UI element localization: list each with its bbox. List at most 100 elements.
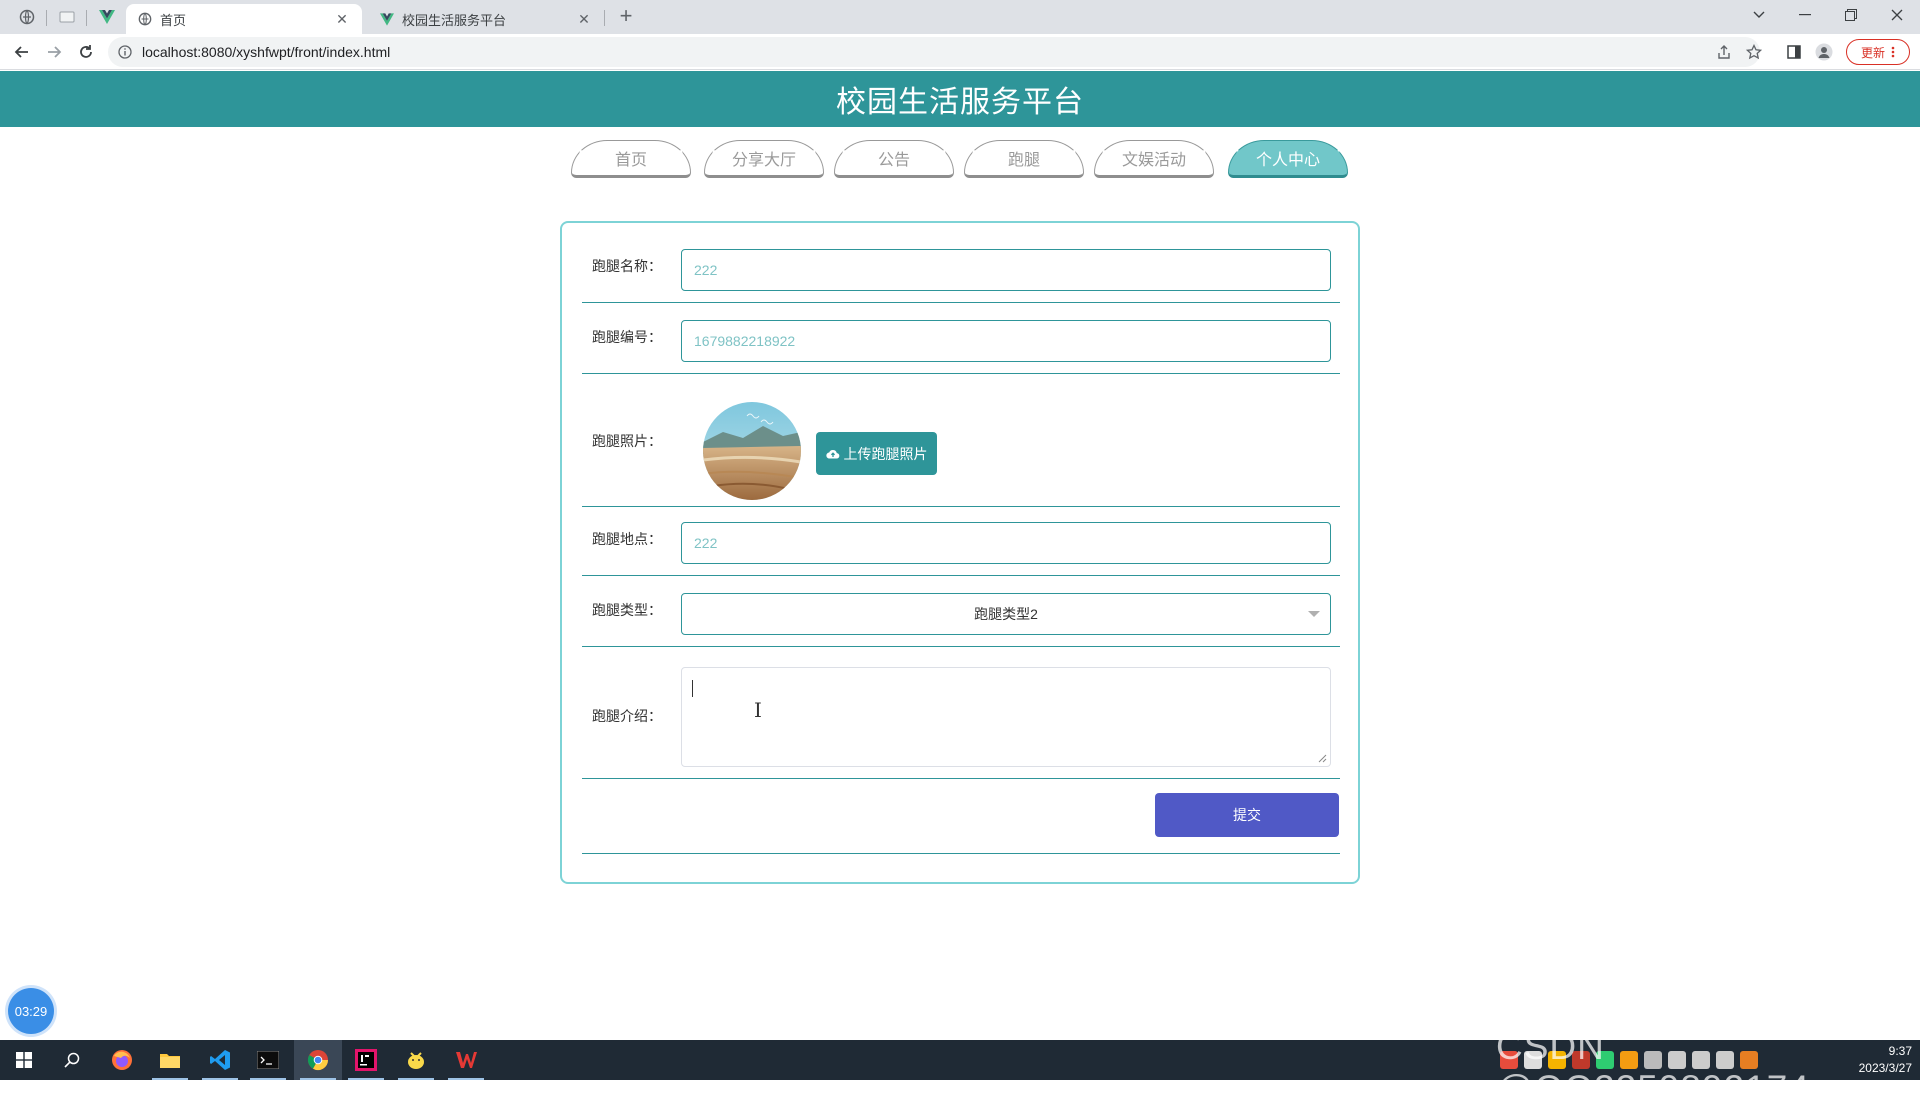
vscode-icon [210,1050,230,1070]
location-label: 跑腿地点： [592,531,662,547]
wps-icon [456,1052,477,1068]
form-row-name: 跑腿名称： 222 [582,249,1340,303]
browser-tabstrip: 首页 ✕ 校园生活服务平台 ✕ + [0,0,1920,34]
update-label: 更新 [1860,45,1885,60]
globe-icon [138,12,152,26]
side-panel-icon [1787,45,1801,59]
chat-app[interactable] [392,1040,440,1080]
reload-button[interactable] [72,38,100,66]
intellij-app[interactable] [342,1040,390,1080]
terminal-app[interactable] [244,1040,292,1080]
mouse-ibeam-cursor: I [754,698,762,722]
text-caret [692,680,693,697]
restore-icon [1845,9,1857,21]
pinned-tab-vue[interactable] [92,4,122,30]
nav-share-hall[interactable]: 分享大厅 [704,140,824,178]
csdn-watermark: CSDN @QQ3359892174 [1496,1026,1810,1109]
close-icon [1891,9,1903,21]
nav-home[interactable]: 首页 [571,140,691,178]
side-panel-button[interactable] [1784,42,1804,62]
caret-down-icon [1308,611,1320,617]
resize-handle-icon[interactable] [1318,754,1327,763]
photo-landscape-image [703,402,801,500]
name-label: 跑腿名称： [592,258,662,274]
more-icon [1891,46,1895,58]
chick-icon [408,1052,424,1069]
chrome-app[interactable] [294,1040,342,1080]
intro-label: 跑腿介绍： [592,708,662,724]
nav-entertainment[interactable]: 文娱活动 [1094,140,1214,178]
form-row-submit: 提交 [582,779,1340,854]
cloud-upload-icon [825,449,839,459]
arrow-left-icon [14,46,28,58]
avatar-icon [1815,43,1833,61]
start-button[interactable] [0,1040,48,1080]
tab-title: 校园生活服务平台 [402,12,507,28]
browser-toolbar: localhost:8080/xyshfwpt/front/index.html… [0,34,1920,70]
page-icon [59,11,75,23]
chrome-icon [307,1050,329,1071]
tab-home[interactable]: 首页 ✕ [126,4,362,34]
type-select[interactable]: 跑腿类型2 [681,593,1331,635]
type-selected-value: 跑腿类型2 [974,606,1038,622]
new-tab-button[interactable]: + [612,4,640,30]
info-icon[interactable] [118,45,132,59]
firefox-app[interactable] [98,1040,146,1080]
globe-icon [19,9,35,25]
close-tab-icon[interactable]: ✕ [334,11,350,28]
file-explorer-app[interactable] [146,1040,194,1080]
number-input[interactable]: 1679882218922 [681,320,1331,362]
form-row-number: 跑腿编号： 1679882218922 [582,320,1340,374]
page-title: 校园生活服务平台 [836,86,1084,119]
reload-icon [80,45,92,58]
nav-announcement[interactable]: 公告 [834,140,954,178]
star-icon [1746,44,1762,60]
errand-form: 跑腿名称： 222 跑腿编号： 1679882218922 跑腿照片： 上传跑腿… [560,221,1360,884]
search-button[interactable] [48,1040,96,1080]
errand-photo[interactable] [703,402,801,500]
url-text: localhost:8080/xyshfwpt/front/index.html [142,44,391,60]
name-input[interactable]: 222 [681,249,1331,291]
wps-app[interactable] [442,1040,490,1080]
address-bar[interactable]: localhost:8080/xyshfwpt/front/index.html [108,37,1760,67]
location-input[interactable]: 222 [681,522,1331,564]
pinned-tab-globe[interactable] [12,4,42,30]
form-row-location: 跑腿地点： 222 [582,522,1340,576]
nav-errand[interactable]: 跑腿 [964,140,1084,178]
photo-label: 跑腿照片： [592,433,662,449]
submit-button[interactable]: 提交 [1155,793,1339,837]
update-button[interactable]: 更新 [1846,39,1910,65]
windows-icon [16,1052,32,1068]
share-button[interactable] [1714,42,1734,62]
timer-badge[interactable]: 03:29 [8,988,54,1034]
vue-icon [99,10,115,24]
form-row-type: 跑腿类型： 跑腿类型2 [582,593,1340,647]
upload-photo-button[interactable]: 上传跑腿照片 [816,432,937,475]
tab-search-button[interactable] [1736,0,1782,30]
folder-icon [160,1054,180,1068]
forward-button[interactable] [40,38,68,66]
pinned-tab-blank[interactable] [52,4,82,30]
minimize-icon [1799,14,1811,16]
restore-button[interactable] [1828,0,1874,30]
tab-title: 首页 [160,12,187,28]
number-label: 跑腿编号： [592,329,662,345]
type-label: 跑腿类型： [592,602,662,618]
close-window-button[interactable] [1874,0,1920,30]
tab-platform[interactable]: 校园生活服务平台 ✕ [368,4,604,34]
form-row-intro: 跑腿介绍： [582,667,1340,779]
close-tab-icon[interactable]: ✕ [576,11,592,28]
vscode-app[interactable] [196,1040,244,1080]
nav-personal-center[interactable]: 个人中心 [1228,140,1348,178]
minimize-button[interactable] [1782,0,1828,30]
search-icon [64,1052,80,1068]
upload-photo-label: 上传跑腿照片 [843,445,928,462]
chevron-down-icon [1753,11,1765,18]
intro-textarea[interactable] [681,667,1331,767]
form-row-photo: 跑腿照片： 上传跑腿照片 [582,389,1340,507]
profile-button[interactable] [1814,42,1834,62]
vue-icon [380,12,394,26]
bookmark-button[interactable] [1744,42,1764,62]
back-button[interactable] [8,38,36,66]
arrow-right-icon [48,46,62,58]
